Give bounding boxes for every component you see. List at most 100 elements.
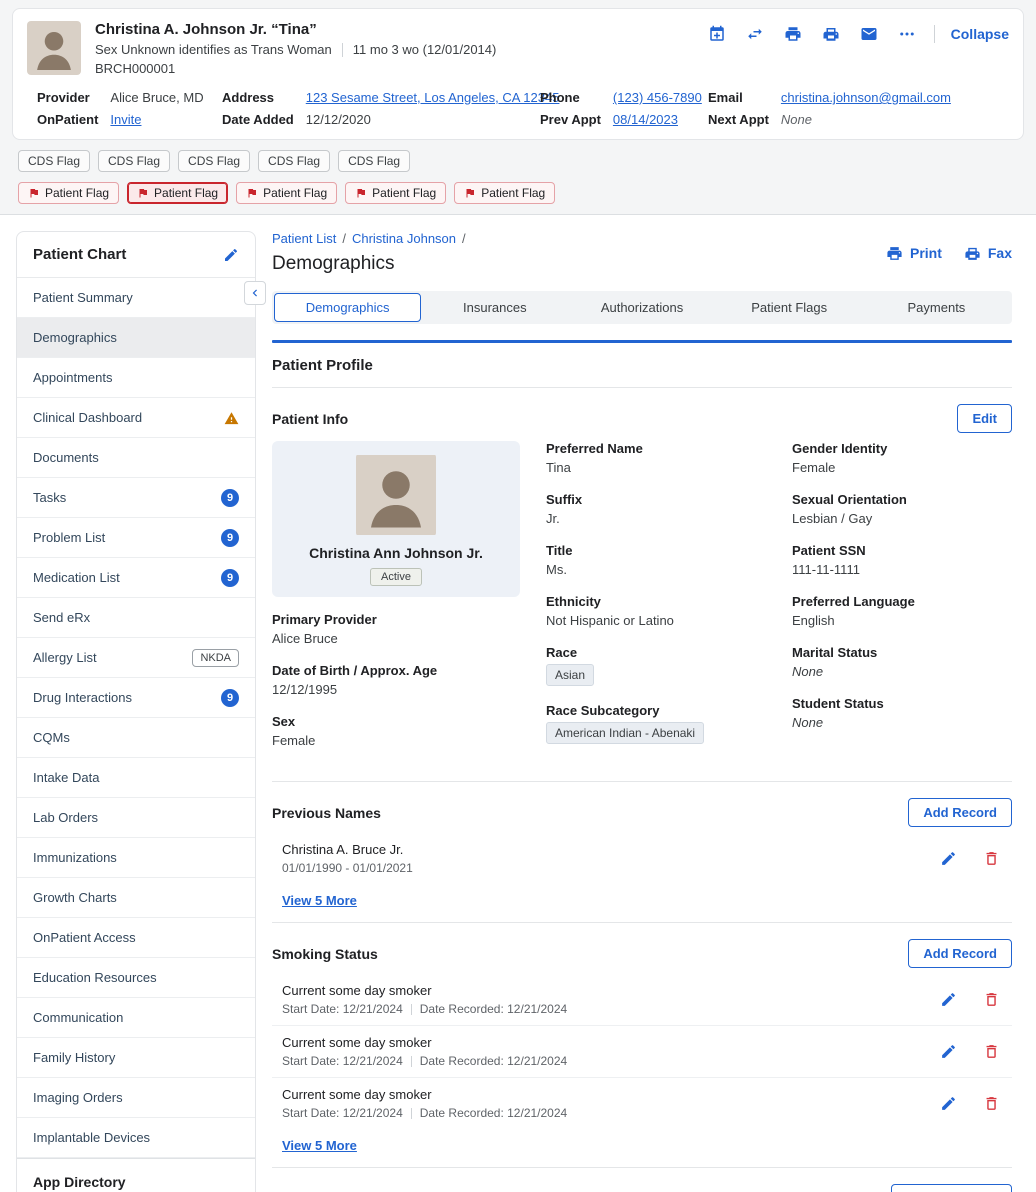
delete-record-button[interactable]	[983, 1043, 1000, 1060]
address-label: Address	[222, 90, 275, 105]
sidebar-item-education-resources[interactable]: Education Resources	[17, 958, 255, 998]
sidebar-item-documents[interactable]: Documents	[17, 438, 255, 478]
pencil-icon	[940, 850, 957, 867]
warning-icon	[224, 409, 239, 425]
collapse-banner-link[interactable]: Collapse	[951, 26, 1009, 42]
smoking-date-recorded: Date Recorded: 12/21/2024	[419, 1054, 568, 1068]
breadcrumb-patient-name[interactable]: Christina Johnson	[352, 231, 456, 246]
add-pharmacy-button[interactable]: Add Pharmacy	[890, 1184, 1012, 1192]
sidebar-item-family-history[interactable]: Family History	[17, 1038, 255, 1078]
sidebar-item-tasks[interactable]: Tasks 9	[17, 478, 255, 518]
onpatient-invite-link[interactable]: Invite	[110, 112, 222, 127]
prev-appt-link[interactable]: 08/14/2023	[613, 112, 708, 127]
transfer-icon	[746, 25, 764, 43]
sidebar-item-medication-list[interactable]: Medication List 9	[17, 558, 255, 598]
tab-payments[interactable]: Payments	[863, 293, 1010, 322]
delete-record-button[interactable]	[983, 1095, 1000, 1112]
sidebar-item-implantable-devices[interactable]: Implantable Devices	[17, 1118, 255, 1158]
sidebar-item-drug-interactions[interactable]: Drug Interactions 9	[17, 678, 255, 718]
email-link[interactable]: christina.johnson@gmail.com	[781, 90, 1008, 105]
smoking-start-date: Start Date: 12/21/2024	[282, 1002, 403, 1016]
sidebar-item-imaging-orders[interactable]: Imaging Orders	[17, 1078, 255, 1118]
edit-record-button[interactable]	[940, 850, 957, 867]
sidebar-item-clinical-dashboard[interactable]: Clinical Dashboard	[17, 398, 255, 438]
cds-flag-chip[interactable]: CDS Flag	[258, 150, 331, 172]
patient-chart-sidebar: Patient Chart Patient Summary Demographi…	[16, 231, 256, 1192]
sidebar-item-problem-list[interactable]: Problem List 9	[17, 518, 255, 558]
address-link[interactable]: 123 Sesame Street, Los Angeles, CA 12345	[306, 90, 560, 105]
view-more-previous-names-link[interactable]: View 5 More	[282, 893, 357, 908]
patient-flag-chip[interactable]: Patient Flag	[454, 182, 556, 204]
edit-record-button[interactable]	[940, 1043, 957, 1060]
patient-info-section: Patient Info Edit Christina Ann Johnson …	[272, 388, 1012, 781]
sidebar-item-lab-orders[interactable]: Lab Orders	[17, 798, 255, 838]
add-previous-name-button[interactable]: Add Record	[908, 798, 1012, 827]
pencil-icon	[940, 991, 957, 1008]
patient-header-area: Christina A. Johnson Jr. “Tina” Sex Unkn…	[0, 0, 1036, 214]
profile-section-title: Patient Profile	[272, 343, 1012, 388]
breadcrumb-patient-list[interactable]: Patient List	[272, 231, 336, 246]
sidebar-item-label: Lab Orders	[33, 810, 99, 825]
fax-button[interactable]	[820, 24, 842, 44]
edit-patient-info-button[interactable]: Edit	[957, 404, 1012, 433]
count-badge: 9	[221, 688, 239, 707]
print-label: Print	[909, 245, 942, 261]
sidebar-item-immunizations[interactable]: Immunizations	[17, 838, 255, 878]
edit-record-button[interactable]	[940, 1095, 957, 1112]
cds-flag-chip[interactable]: CDS Flag	[18, 150, 91, 172]
patient-flag-chip[interactable]: Patient Flag	[236, 182, 338, 204]
cds-flag-chip[interactable]: CDS Flag	[98, 150, 171, 172]
print-button[interactable]	[782, 24, 804, 44]
previous-name-value: Christina A. Bruce Jr.	[282, 842, 404, 857]
view-more-smoking-link[interactable]: View 5 More	[282, 1138, 357, 1153]
smoking-record: Current some day smoker Start Date: 12/2…	[272, 1025, 1012, 1077]
print-page-button[interactable]: Print	[886, 245, 942, 262]
sidebar-item-label: Communication	[33, 1010, 124, 1025]
phone-link[interactable]: (123) 456-7890	[613, 90, 708, 105]
cds-flag-chip[interactable]: CDS Flag	[178, 150, 251, 172]
sidebar-item-appointments[interactable]: Appointments	[17, 358, 255, 398]
sidebar-item-growth-charts[interactable]: Growth Charts	[17, 878, 255, 918]
patient-flag-label: Patient Flag	[481, 186, 546, 200]
tab-insurances[interactable]: Insurances	[421, 293, 568, 322]
app-directory-header[interactable]: App Directory	[17, 1158, 255, 1192]
fax-page-button[interactable]: Fax	[964, 245, 1012, 262]
fax-icon	[822, 25, 840, 43]
sidebar-item-cqms[interactable]: CQMs	[17, 718, 255, 758]
sidebar-item-communication[interactable]: Communication	[17, 998, 255, 1038]
tab-demographics[interactable]: Demographics	[274, 293, 422, 322]
email-button[interactable]	[858, 24, 880, 44]
sidebar-item-allergy-list[interactable]: Allergy List NKDA	[17, 638, 255, 678]
patient-flag-label: Patient Flag	[45, 186, 110, 200]
patient-flag-chip[interactable]: Patient Flag	[345, 182, 447, 204]
email-label: Email	[708, 90, 743, 105]
smoking-status-value: Current some day smoker	[282, 1087, 432, 1102]
tab-authorizations[interactable]: Authorizations	[568, 293, 715, 322]
delete-record-button[interactable]	[983, 991, 1000, 1008]
patient-flag-chip[interactable]: Patient Flag	[18, 182, 120, 204]
sidebar-item-demographics[interactable]: Demographics	[17, 318, 255, 358]
tab-patient-flags[interactable]: Patient Flags	[716, 293, 863, 322]
sidebar-item-intake-data[interactable]: Intake Data	[17, 758, 255, 798]
more-options-button[interactable]	[896, 24, 918, 44]
edit-record-button[interactable]	[940, 991, 957, 1008]
field-value: Not Hispanic or Latino	[546, 613, 674, 628]
delete-record-button[interactable]	[983, 850, 1000, 867]
date-added-label: Date Added	[222, 112, 294, 127]
transfer-button[interactable]	[744, 24, 766, 44]
fax-label: Fax	[987, 245, 1012, 261]
edit-chart-button[interactable]	[223, 246, 239, 262]
patient-flag-chip-selected[interactable]: Patient Flag	[127, 182, 229, 204]
add-smoking-record-button[interactable]: Add Record	[908, 939, 1012, 968]
cds-flag-chip[interactable]: CDS Flag	[338, 150, 411, 172]
sidebar-item-onpatient-access[interactable]: OnPatient Access	[17, 918, 255, 958]
chevron-left-icon	[248, 286, 262, 300]
sidebar-item-send-erx[interactable]: Send eRx	[17, 598, 255, 638]
sidebar-item-patient-summary[interactable]: Patient Summary	[17, 278, 255, 318]
print-icon	[784, 25, 802, 43]
add-appointment-button[interactable]	[706, 24, 728, 44]
patient-avatar	[27, 21, 81, 75]
flag-icon	[355, 187, 367, 199]
provider-value: Alice Bruce, MD	[110, 90, 204, 105]
collapse-sidebar-button[interactable]	[244, 281, 266, 305]
